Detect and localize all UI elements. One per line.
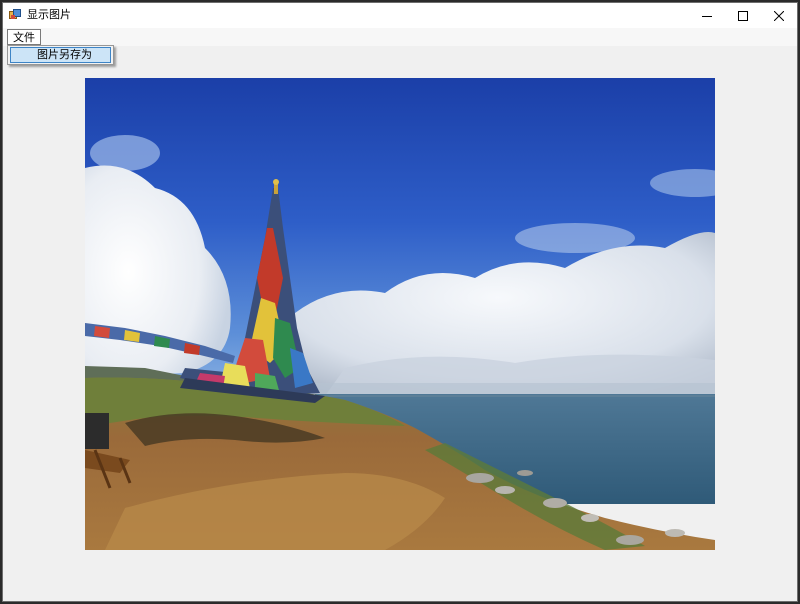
app-window: 显示图片 文件 图片另存为 [2, 2, 798, 602]
close-icon [774, 10, 784, 21]
close-button[interactable] [761, 3, 797, 28]
menu-item-save-picture-as[interactable]: 图片另存为 [10, 47, 111, 63]
menu-bar: 文件 [3, 28, 797, 46]
minimize-button[interactable] [689, 3, 725, 28]
picture-box [85, 78, 715, 550]
file-dropdown-menu: 图片另存为 [7, 45, 114, 65]
landscape-photo [85, 78, 715, 550]
menu-file[interactable]: 文件 [7, 29, 41, 45]
title-bar[interactable]: 显示图片 [3, 3, 797, 28]
maximize-icon [738, 10, 748, 21]
minimize-icon [702, 15, 712, 17]
maximize-button[interactable] [725, 3, 761, 28]
app-icon [9, 9, 21, 19]
window-title: 显示图片 [27, 8, 71, 21]
